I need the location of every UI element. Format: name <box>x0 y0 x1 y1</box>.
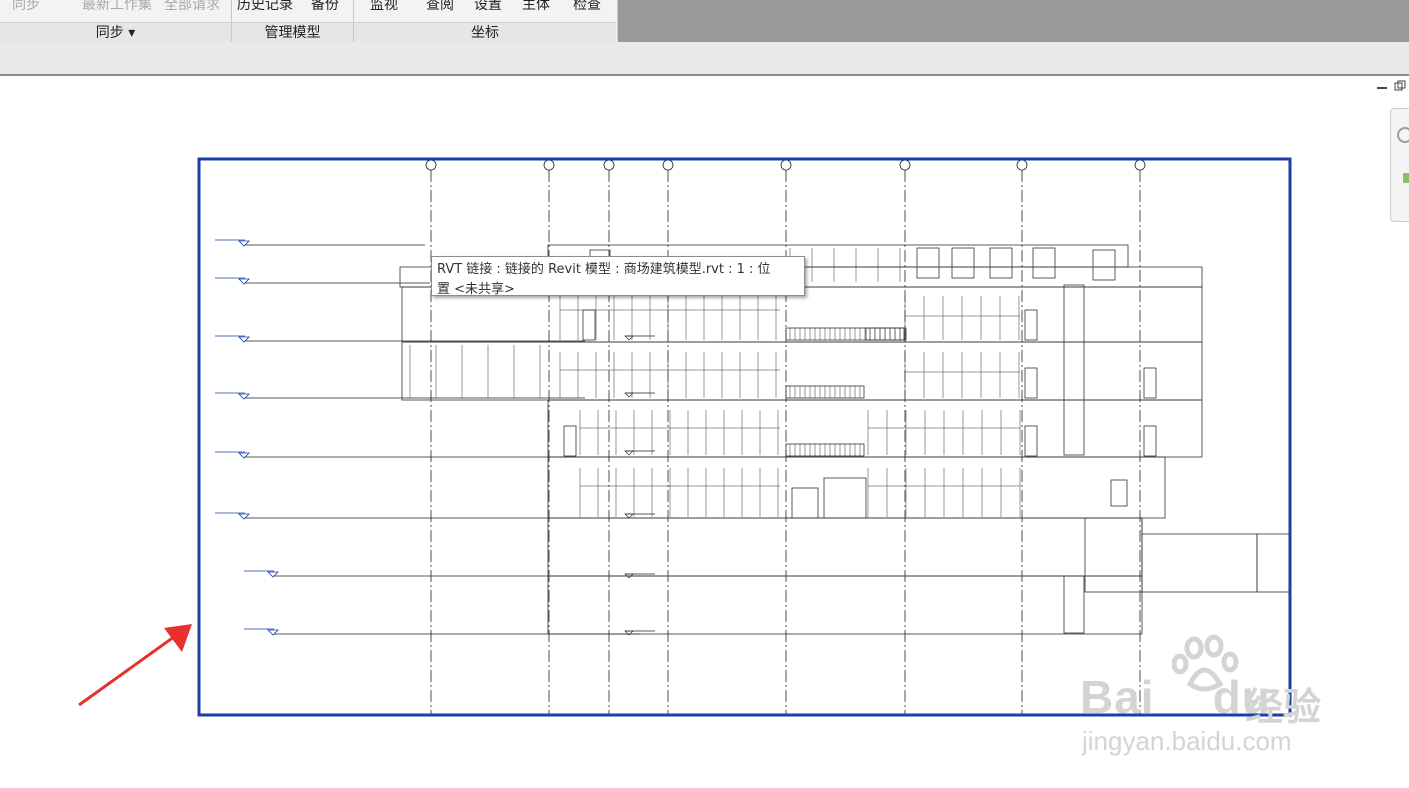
level-tag-marker <box>624 630 634 636</box>
grid-bubble <box>543 159 555 171</box>
level-tag-marker <box>624 513 634 519</box>
ribbon-panels: 同步 最新工作集 全部请求 同步 ▾ 历史记录 备份 管理模型 监视 查阅 设置… <box>0 0 618 43</box>
grid-bubble <box>899 159 911 171</box>
grid-bubble <box>1016 159 1028 171</box>
grid-bubble <box>780 159 792 171</box>
pointer-arrow-shaft <box>78 632 179 707</box>
entrance-box <box>1084 517 1143 593</box>
review-button[interactable]: 查阅 <box>426 0 454 14</box>
link-tooltip: RVT 链接 : 链接的 Revit 模型 : 商场建筑模型.rvt : 1 :… <box>431 256 805 297</box>
floor-4-band <box>401 341 1203 401</box>
options-bar <box>0 42 1409 76</box>
floor-3-band <box>547 399 1203 458</box>
basement-band <box>547 575 1143 635</box>
stair-core <box>1063 284 1085 456</box>
restore-icon[interactable] <box>1394 80 1406 95</box>
settings-button[interactable]: 设置 <box>474 0 502 14</box>
floor-2-band <box>547 456 1166 519</box>
grid-bubble <box>603 159 615 171</box>
grid-bubble <box>425 159 437 171</box>
roof-door <box>916 247 940 279</box>
host-button[interactable]: 主体 <box>522 0 550 14</box>
side-entrance-door <box>791 487 819 519</box>
tooltip-line-1: RVT 链接 : 链接的 Revit 模型 : 商场建筑模型.rvt : 1 :… <box>437 262 771 277</box>
sync-panel: 同步 最新工作集 全部请求 同步 ▾ <box>0 0 232 43</box>
main-entrance-door <box>823 477 867 519</box>
roof-door <box>1092 249 1116 281</box>
side-window <box>1024 425 1038 457</box>
zoom-icon[interactable] <box>1403 173 1409 183</box>
side-window <box>1143 425 1157 457</box>
grid-bubble <box>1134 159 1146 171</box>
baidu-watermark: Bai du 经验 jingyan.baidu.com <box>1080 634 1340 760</box>
minimize-icon[interactable] <box>1376 80 1388 93</box>
floor-1-band <box>547 517 1143 577</box>
watermark-jingyan: 经验 <box>1245 685 1322 729</box>
side-window <box>1143 367 1157 399</box>
coordinates-panel-label: 坐标 <box>354 22 616 43</box>
sync-button[interactable]: 同步 <box>12 0 40 14</box>
check-button[interactable]: 检查 <box>573 0 601 14</box>
level-tag-marker <box>624 450 634 456</box>
manage-models-panel: 历史记录 备份 管理模型 <box>232 0 354 43</box>
roof-door <box>1032 247 1056 279</box>
roof-door <box>951 247 975 279</box>
sync-panel-label[interactable]: 同步 ▾ <box>0 22 231 43</box>
pointer-arrow-head <box>164 624 192 652</box>
podium-wall <box>1141 533 1258 593</box>
roof-door <box>989 247 1013 279</box>
railing <box>785 327 907 341</box>
basement-column <box>1063 575 1085 634</box>
tooltip-line-2: 置 <未共享> <box>437 282 515 297</box>
watermark-url: jingyan.baidu.com <box>1082 726 1292 756</box>
link-selection-box <box>197 157 1292 717</box>
grid-bubble <box>662 159 674 171</box>
ribbon: 同步 最新工作集 全部请求 同步 ▾ 历史记录 备份 管理模型 监视 查阅 设置… <box>0 0 1409 43</box>
manage-models-panel-label: 管理模型 <box>232 22 353 43</box>
podium-end <box>1256 533 1290 593</box>
request-all-button[interactable]: 全部请求 <box>164 0 220 14</box>
watermark-logo: Bai du <box>1080 671 1271 723</box>
side-window <box>1024 367 1038 399</box>
steering-wheel-icon[interactable] <box>1397 127 1409 143</box>
side-window <box>1024 309 1038 341</box>
side-window <box>563 425 577 457</box>
reload-latest-worksets-button[interactable]: 最新工作集 <box>82 0 152 14</box>
monitor-button[interactable]: 监视 <box>370 0 398 14</box>
elevator-door <box>1110 479 1128 507</box>
side-window <box>582 309 596 341</box>
backup-button[interactable]: 备份 <box>311 0 339 14</box>
navigation-bar[interactable] <box>1390 108 1409 222</box>
coordinates-panel: 监视 查阅 设置 主体 检查 坐标 <box>354 0 616 43</box>
history-button[interactable]: 历史记录 <box>237 0 293 14</box>
